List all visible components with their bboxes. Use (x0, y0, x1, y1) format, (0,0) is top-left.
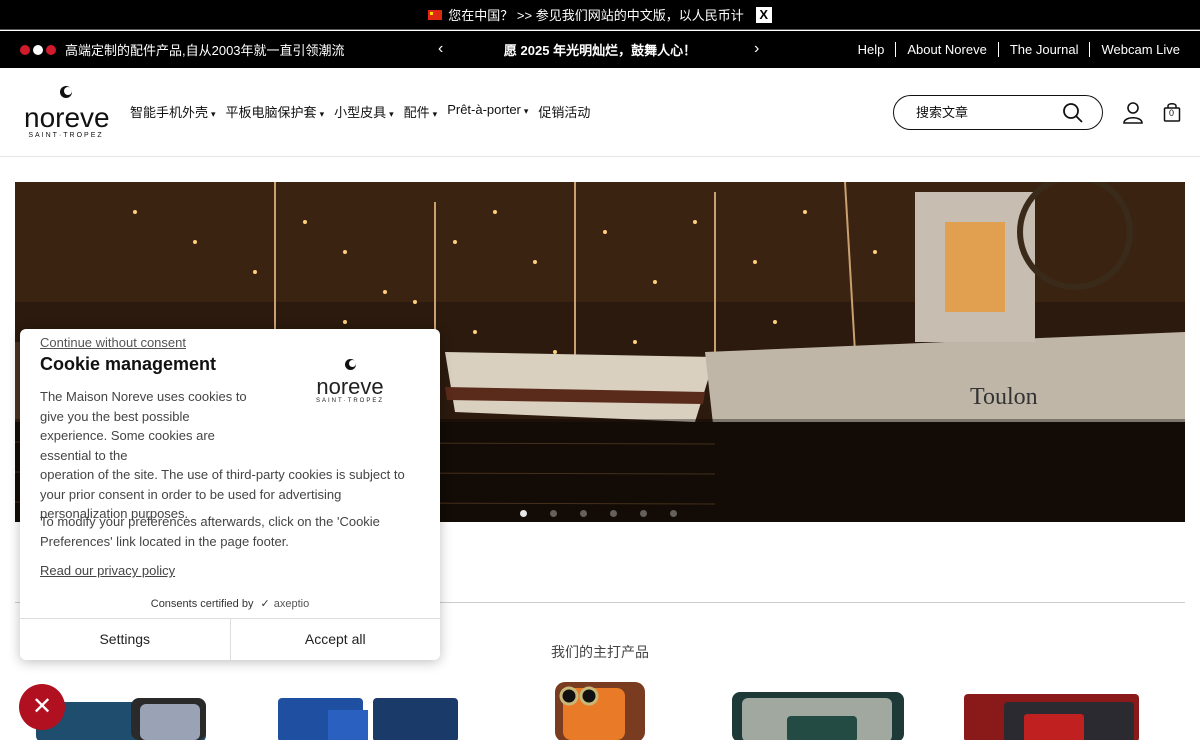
pager-dot[interactable] (520, 510, 527, 517)
nav-item-accessories[interactable]: 配件 ▾ (404, 102, 438, 121)
nav-label: 小型皮具 (334, 105, 387, 120)
promo-prev-arrow-icon[interactable]: ‹ (438, 40, 443, 58)
moon-logo-icon (344, 359, 356, 370)
utility-links: Help About Noreve The Journal Webcam Liv… (847, 42, 1180, 57)
pager-dot[interactable] (550, 510, 557, 517)
account-icon[interactable] (1123, 102, 1143, 124)
nav-label: 平板电脑保护套 (225, 105, 317, 120)
close-consent-fab[interactable]: ✕ (19, 684, 65, 730)
certified-label: Consents certified by (150, 598, 254, 610)
cookie-body-part-1: The Maison Noreve uses cookies to give y… (40, 389, 247, 463)
promo-next-arrow-icon[interactable]: › (754, 40, 759, 58)
brand-dot (33, 44, 43, 55)
product-flip-case[interactable] (553, 680, 648, 740)
cart-button[interactable]: 0 (1162, 101, 1182, 128)
noreve-logo[interactable]: noreve SAINT·TROPEZ (24, 84, 110, 144)
search-input[interactable]: 搜索文章 (893, 95, 1103, 130)
nav-item-pret-a-porter[interactable]: Prêt-à-porter ▾ (447, 102, 528, 121)
privacy-policy-link[interactable]: Read our privacy policy (40, 563, 175, 578)
logo-subtitle: SAINT·TROPEZ (28, 132, 104, 139)
cookie-settings-button[interactable]: Settings (20, 619, 231, 660)
chevron-down-icon: ▾ (211, 109, 216, 119)
cookie-preferences-text: To modify your preferences afterwards, c… (40, 514, 380, 549)
nav-label: 配件 (403, 105, 430, 120)
the-journal-link[interactable]: The Journal (997, 42, 1090, 57)
pager-dot[interactable] (580, 510, 587, 517)
nav-item-smartphone-cases[interactable]: 智能手机外壳 ▾ (130, 102, 216, 121)
chevron-down-icon: ▾ (389, 109, 394, 119)
product-green-case[interactable] (732, 680, 907, 740)
china-banner: 您在中国？ >> 参见我们网站的中文版，以人民币计 X (0, 0, 1200, 30)
cookie-consent-dialog: Continue without consent Cookie manageme… (20, 329, 440, 660)
pager-dot[interactable] (640, 510, 647, 517)
chevron-down-icon: ▾ (432, 109, 438, 119)
cookie-dialog-title: Cookie management (40, 354, 217, 374)
product-navy-tablet[interactable] (278, 680, 458, 740)
axeptio-logo-icon: ✓ (260, 598, 270, 610)
chevron-down-icon: ▾ (319, 109, 325, 119)
cookie-actions: Settings Accept all (20, 618, 440, 660)
main-nav: 智能手机外壳 ▾ 平板电脑保护套 ▾ 小型皮具 ▾ 配件 ▾ Prêt-à-porter… (130, 102, 590, 121)
chevron-down-icon: ▾ (523, 106, 529, 116)
brand-dot (20, 44, 30, 55)
cookie-body-text: The Maison Noreve uses cookies to give y… (40, 387, 425, 524)
nav-item-small-leather[interactable]: 小型皮具 ▾ (334, 102, 394, 121)
nav-item-tablet-cases[interactable]: 平板电脑保护套 ▾ (226, 102, 325, 121)
svg-text:Toulon: Toulon (970, 384, 1038, 410)
webcam-live-link[interactable]: Webcam Live (1089, 42, 1180, 57)
search-icon[interactable] (1062, 102, 1084, 124)
continue-without-consent-link[interactable]: Continue without consent (40, 335, 186, 350)
moon-logo-icon (60, 86, 72, 98)
product-carousel (0, 680, 1200, 740)
nav-item-promotions[interactable]: 促销活动 (538, 102, 590, 121)
close-icon: ✕ (31, 693, 53, 720)
logo-wordmark: noreve (24, 102, 110, 133)
brand-dot (46, 44, 56, 55)
consent-certification: Consents certified by ✓ axeptio (20, 597, 440, 610)
nav-label: 促销活动 (538, 105, 591, 120)
about-noreve-link[interactable]: About Noreve (895, 42, 998, 57)
china-banner-close-button[interactable]: X (755, 6, 772, 23)
nav-label: Prêt-à-porter (447, 102, 521, 117)
site-header: noreve SAINT·TROPEZ 智能手机外壳 ▾ 平板电脑保护套 ▾ 小型皮… (0, 68, 1200, 157)
pager-dot[interactable] (670, 510, 677, 517)
accept-all-button[interactable]: Accept all (231, 619, 441, 660)
cart-count: 0 (1169, 108, 1175, 118)
brand-tagline: 高端定制的配件产品,自从2003年就一直引领潮流 (65, 43, 345, 58)
certifier-name[interactable]: axeptio (274, 598, 309, 610)
brand-dots-icon (20, 44, 56, 55)
china-flag-icon (428, 9, 443, 20)
china-banner-link[interactable]: 您在中国？ >> 参见我们网站的中文版，以人民币计 (448, 5, 743, 24)
search-placeholder: 搜索文章 (916, 105, 969, 120)
nav-label: 智能手机外壳 (130, 105, 209, 120)
hero-pager (520, 510, 677, 517)
pager-dot[interactable] (610, 510, 617, 517)
product-red-case[interactable] (964, 680, 1139, 740)
help-link[interactable]: Help (847, 42, 896, 57)
info-bar: 高端定制的配件产品,自从2003年就一直引领潮流 愿 2025 年光明灿烂，鼓舞… (0, 31, 1200, 68)
